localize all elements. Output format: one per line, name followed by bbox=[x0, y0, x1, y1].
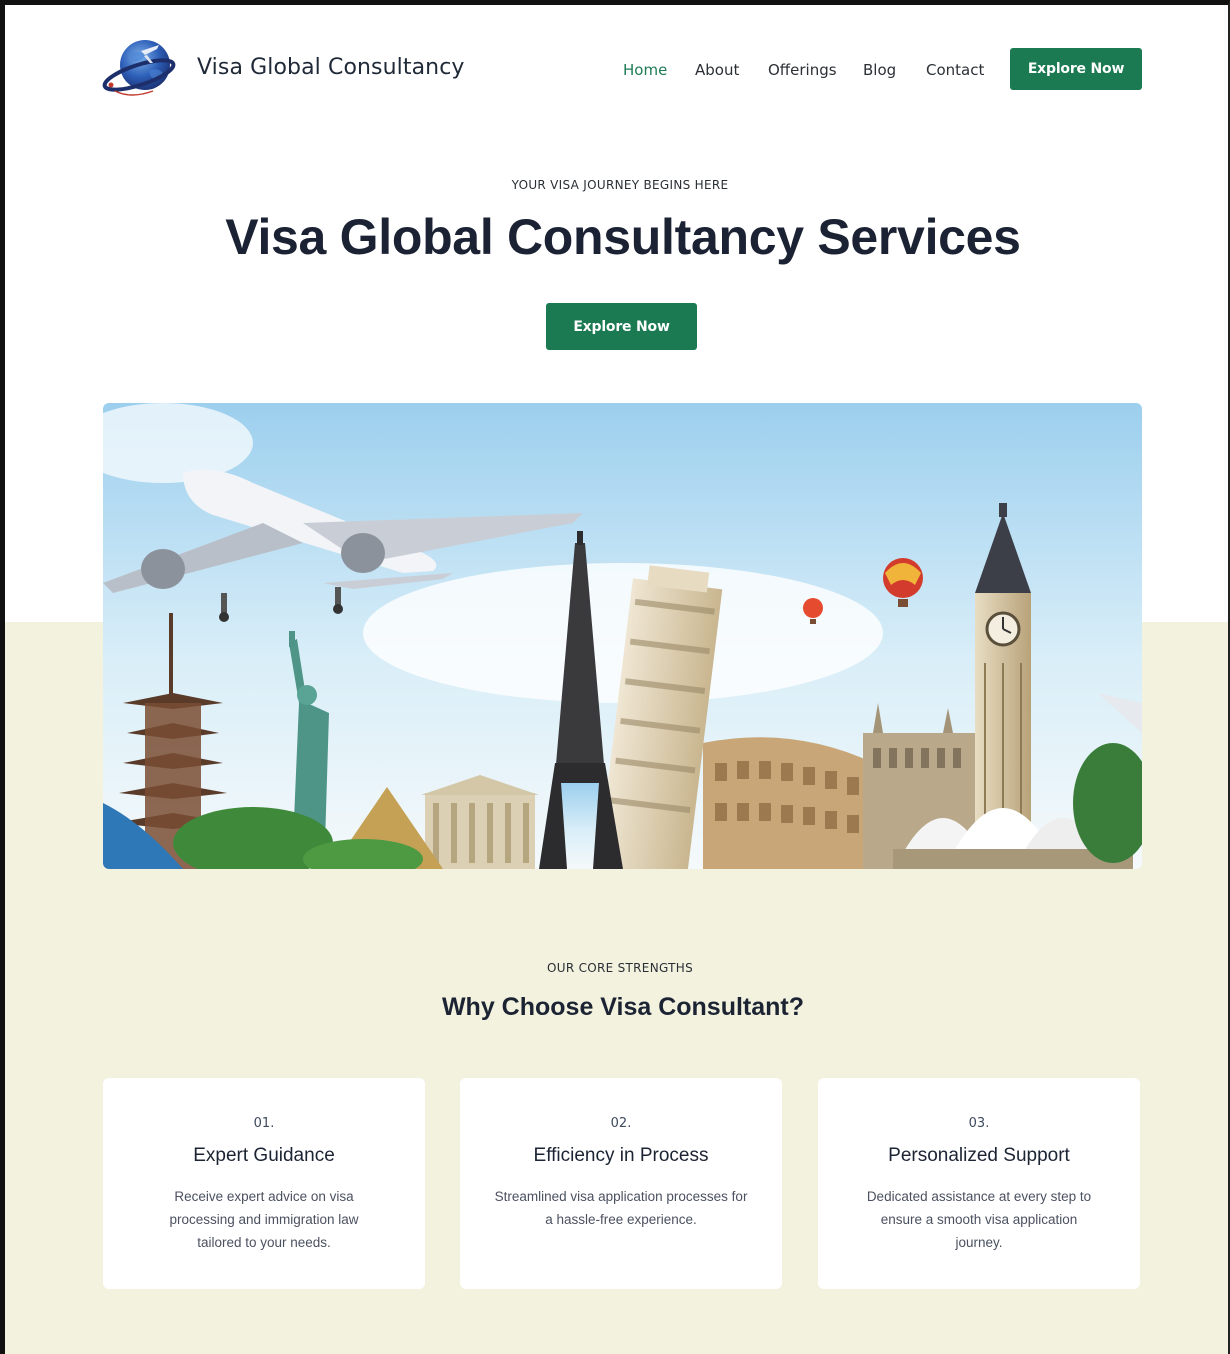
nav-contact[interactable]: Contact bbox=[926, 61, 984, 79]
card-description: Receive expert advice on visa processing… bbox=[169, 1189, 359, 1250]
globe-plane-logo-icon[interactable] bbox=[101, 33, 179, 103]
strengths-eyebrow: OUR CORE STRENGTHS bbox=[546, 961, 694, 975]
nav-home[interactable]: Home bbox=[623, 61, 667, 79]
card-number: 01. bbox=[253, 1116, 275, 1131]
landmarks-collage-icon bbox=[103, 403, 1142, 869]
hero-eyebrow: YOUR VISA JOURNEY BEGINS HERE bbox=[511, 178, 729, 192]
nav-blog[interactable]: Blog bbox=[863, 61, 896, 79]
card-number: 02. bbox=[610, 1116, 632, 1131]
hero-title: Visa Global Consultancy Services bbox=[225, 209, 1021, 265]
card-title: Expert Guidance bbox=[193, 1145, 335, 1166]
card-description: Dedicated assistance at every step to en… bbox=[866, 1189, 1092, 1250]
nav-about[interactable]: About bbox=[695, 61, 739, 79]
card-number: 03. bbox=[968, 1116, 990, 1131]
card-description: Streamlined visa application processes f… bbox=[494, 1189, 748, 1227]
hero-explore-button[interactable]: Explore Now bbox=[546, 303, 697, 350]
hero-image bbox=[103, 403, 1142, 869]
strengths-title: Why Choose Visa Consultant? bbox=[441, 993, 805, 1021]
card-title: Efficiency in Process bbox=[533, 1145, 709, 1166]
strength-card: 03. Personalized Support Dedicated assis… bbox=[818, 1078, 1140, 1289]
strength-card: 01. Expert Guidance Receive expert advic… bbox=[103, 1078, 425, 1289]
strength-card: 02. Efficiency in Process Streamlined vi… bbox=[460, 1078, 782, 1289]
page: Visa Global Consultancy Home About Offer… bbox=[0, 0, 1230, 1354]
brand-name[interactable]: Visa Global Consultancy bbox=[197, 55, 465, 80]
card-title: Personalized Support bbox=[888, 1145, 1070, 1166]
nav-offerings[interactable]: Offerings bbox=[768, 61, 837, 79]
header-explore-button[interactable]: Explore Now bbox=[1010, 48, 1142, 90]
